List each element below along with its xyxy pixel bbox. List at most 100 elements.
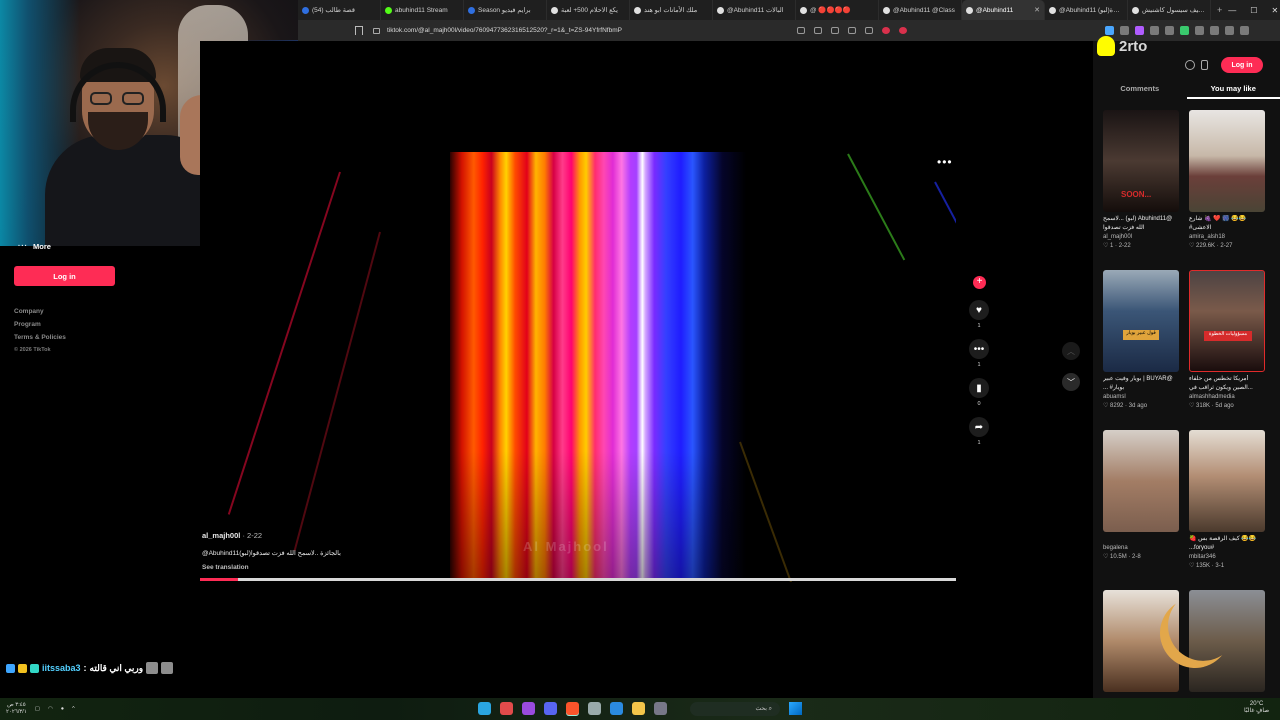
extension-icon[interactable]	[1165, 26, 1174, 35]
video-card[interactable]: 😂😂 كيف الرقصة بس 🍓 #foryou... mbitar346 …	[1189, 430, 1265, 569]
app-icon[interactable]	[588, 702, 601, 715]
tab[interactable]: @Abuhind11 البالات	[713, 0, 796, 20]
extension-icon[interactable]	[1210, 26, 1219, 35]
follow-button[interactable]: +	[973, 276, 986, 289]
comment-button[interactable]: ••• 1	[969, 339, 989, 368]
close-tab-icon[interactable]: ✕	[1034, 6, 1040, 14]
extension-icon[interactable]	[1120, 26, 1129, 35]
menu-icon[interactable]	[1240, 26, 1249, 35]
tab-comments[interactable]: Comments	[1093, 81, 1187, 99]
wifi-icon[interactable]: ◠	[48, 706, 53, 712]
extension-icon[interactable]	[1180, 26, 1189, 35]
minimize-button[interactable]: —	[1228, 6, 1236, 15]
login-button[interactable]: Log in	[1221, 57, 1263, 73]
video-thumbnail[interactable]: قول عبير بويار	[1103, 270, 1179, 372]
video-frame	[450, 152, 746, 579]
bookmark-icon[interactable]	[355, 26, 363, 35]
save-count: 0	[977, 401, 981, 407]
right-panel-header: Log in	[1093, 54, 1280, 76]
adblock-icon[interactable]	[899, 27, 907, 34]
video-author[interactable]: abuamsl	[1103, 394, 1179, 400]
start-button[interactable]	[789, 702, 802, 715]
more-options-icon[interactable]: •••	[937, 156, 953, 168]
video-author[interactable]: amira_alsh18	[1189, 234, 1265, 240]
video-card[interactable]: begalena ♡ 10.5M · 2-8	[1103, 430, 1179, 560]
tab[interactable]: @Abuhind11 (لبو)بالجائزة	[1045, 0, 1128, 20]
url-field[interactable]: tiktok.com/@al_majh00l/video/76094773623…	[387, 27, 622, 34]
app-icon[interactable]	[610, 702, 623, 715]
tab[interactable]: ارشيف سيسول كاشنيش	[1128, 0, 1211, 20]
extension-icon[interactable]	[1105, 26, 1114, 35]
tiktok-icon	[883, 6, 890, 14]
weather-widget[interactable]: 20°C صافٍ غالبًا	[1244, 701, 1269, 715]
next-video-button[interactable]: ﹀	[1062, 373, 1080, 391]
video-card[interactable]: SOON... @Abuhind11 (لبو) ...لاسمح الله ف…	[1103, 110, 1179, 249]
site-info-icon[interactable]	[373, 27, 380, 34]
app-icon[interactable]	[566, 702, 579, 715]
video-thumbnail[interactable]	[1189, 430, 1265, 532]
clock[interactable]: ٣:٤٥ ص ٢٠٢٦/٣/١	[6, 702, 27, 716]
tab-you-may-like[interactable]: You may like	[1186, 81, 1280, 99]
video-progress-bar[interactable]	[200, 578, 956, 581]
footer-link-terms[interactable]: Terms & Policies	[14, 334, 66, 341]
video-card[interactable]: 😂😂 🎆 ❤️ 🍇 شارع الاعشى# amira_alsh18 ♡ 22…	[1189, 110, 1265, 249]
star-icon[interactable]	[865, 27, 873, 34]
login-button[interactable]: Log in	[14, 266, 115, 286]
share-button[interactable]: ➦ 1	[969, 417, 989, 446]
extension-icon[interactable]	[1150, 26, 1159, 35]
video-thumbnail[interactable]	[1103, 430, 1179, 532]
tab[interactable]: يكع الاحلام 500+ لعبة	[547, 0, 630, 20]
translate-icon[interactable]	[797, 27, 805, 34]
video-author[interactable]: al_majh00l	[1103, 234, 1179, 240]
footer-link-company[interactable]: Company	[14, 308, 66, 315]
heart-icon: ♥	[969, 300, 989, 320]
tab[interactable]: abuhind11 Stream	[381, 0, 464, 20]
microphone-icon[interactable]: ●	[61, 706, 64, 712]
video-author[interactable]: begalena	[1103, 545, 1179, 551]
extension-icon[interactable]	[1195, 26, 1204, 35]
video-caption: @Abuhind11(لبو)بالجائزة ..لاسمح الله فزت…	[202, 550, 341, 557]
install-app-icon[interactable]	[831, 27, 839, 34]
more-menu[interactable]: ··· More	[18, 242, 51, 251]
app-icon[interactable]	[478, 702, 491, 715]
phone-icon[interactable]	[1201, 60, 1208, 70]
tab[interactable]: ملك الأمانات ابو هند	[630, 0, 713, 20]
chevron-up-icon[interactable]: ^	[72, 706, 75, 712]
like-button[interactable]: ♥ 1	[969, 300, 989, 329]
tab[interactable]: @Abuhind11 @Class	[879, 0, 962, 20]
tab[interactable]: (54) قصة طالب	[298, 0, 381, 20]
file-explorer-icon[interactable]	[632, 702, 645, 715]
app-icon[interactable]	[500, 702, 513, 715]
extension-icon[interactable]	[1225, 26, 1234, 35]
tab[interactable]: @ 🔴🔴🔴🔴	[796, 0, 879, 20]
tiktok-icon	[634, 6, 641, 14]
taskbar-search[interactable]: بحث ⌕	[690, 702, 780, 716]
see-translation-link[interactable]: See translation	[202, 564, 341, 571]
share-icon[interactable]	[848, 27, 856, 34]
app-icon[interactable]	[654, 702, 667, 715]
extension-icon[interactable]	[882, 27, 890, 34]
video-thumbnail[interactable]: SOON...	[1103, 110, 1179, 212]
video-author[interactable]: almashhadmedia	[1189, 394, 1265, 400]
read-aloud-icon[interactable]	[814, 27, 822, 34]
video-player[interactable]: Al Majhool ••• al_majh00l · 2-22 @Abuhin…	[200, 41, 956, 582]
tab-active[interactable]: @Abuhind11 ✕	[962, 0, 1045, 20]
extension-icon[interactable]	[1135, 26, 1144, 35]
video-thumbnail[interactable]	[1189, 110, 1265, 212]
notification-icon[interactable]: ▢	[35, 706, 40, 712]
video-author[interactable]: al_majh00l · 2-22	[202, 531, 341, 540]
tab[interactable]: Season برايم فيديو	[464, 0, 547, 20]
video-card[interactable]: مسؤوليات الخطوة أمريكا تخطس من حلفاء ...…	[1189, 270, 1265, 409]
footer-link-program[interactable]: Program	[14, 321, 66, 328]
video-thumbnail[interactable]: مسؤوليات الخطوة	[1189, 270, 1265, 372]
close-window-button[interactable]: ✕	[1271, 6, 1278, 15]
save-button[interactable]: ▮ 0	[969, 378, 989, 407]
previous-video-button[interactable]: ︿	[1062, 342, 1080, 360]
video-author[interactable]: mbitar346	[1189, 554, 1265, 560]
app-icon[interactable]	[544, 702, 557, 715]
settings-icon[interactable]	[1185, 60, 1195, 70]
video-card[interactable]: قول عبير بويار @BUYAR | بويار وفيت عبير …	[1103, 270, 1179, 409]
app-icon[interactable]	[522, 702, 535, 715]
maximize-button[interactable]: ☐	[1250, 6, 1257, 15]
new-tab-button[interactable]: +	[1211, 5, 1228, 15]
